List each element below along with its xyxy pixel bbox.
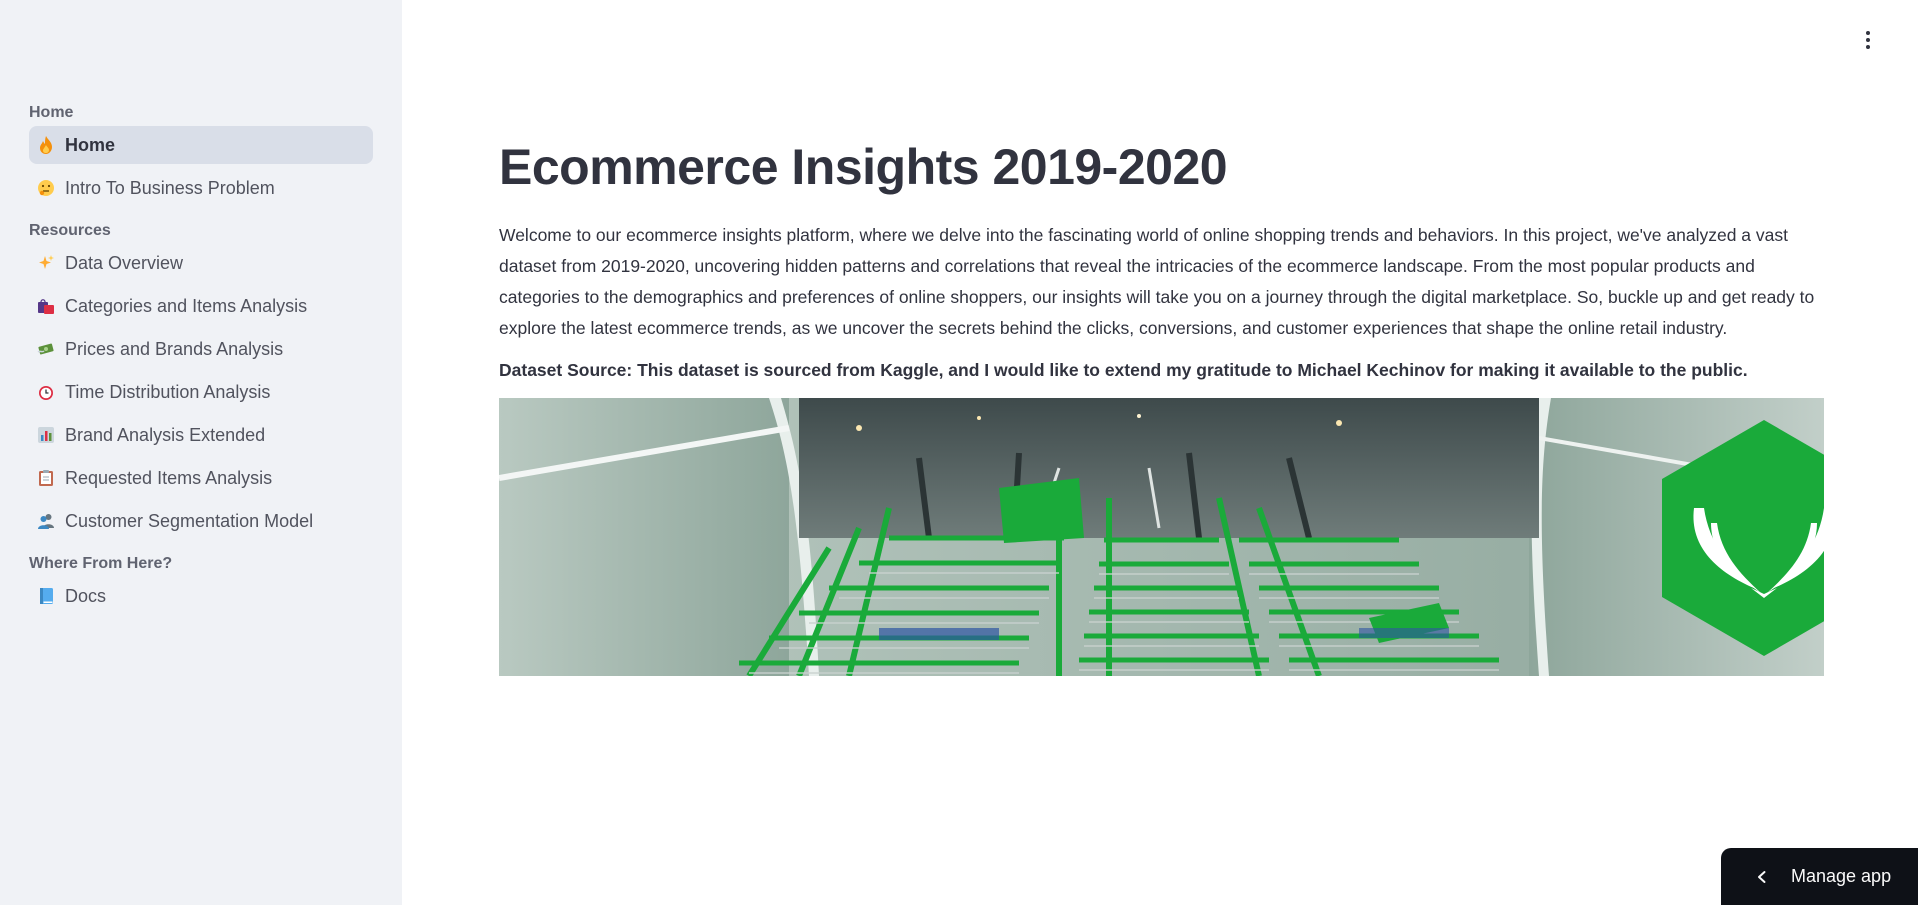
sidebar-item-time-distribution-analysis[interactable]: Time Distribution Analysis: [29, 373, 373, 411]
manage-app-label: Manage app: [1791, 866, 1892, 886]
shopping-bags-icon: [37, 297, 65, 315]
sidebar-item-label: Requested Items Analysis: [65, 467, 273, 488]
sidebar-item-label: Docs: [65, 585, 107, 606]
hero-image: [499, 398, 1824, 676]
sidebar-item-label: Time Distribution Analysis: [65, 381, 271, 402]
sparkles-icon: [37, 254, 65, 272]
chevron-left-icon: [1758, 870, 1766, 883]
sidebar-item-prices-and-brands-analysis[interactable]: Prices and Brands Analysis: [29, 330, 373, 368]
sidebar-section-label: Where From Here?: [29, 555, 173, 572]
sidebar-item-label: Categories and Items Analysis: [65, 295, 308, 316]
sidebar-item-categories-and-items-analysis[interactable]: Categories and Items Analysis: [29, 287, 373, 325]
sidebar-item-label: Customer Segmentation Model: [65, 510, 314, 531]
alarm-clock-icon: [37, 383, 65, 401]
more-vertical-icon[interactable]: [1856, 28, 1880, 52]
fire-icon: [37, 135, 65, 155]
sidebar-section-label: Resources: [29, 222, 111, 239]
sidebar-item-label: Data Overview: [65, 252, 184, 273]
sidebar-item-customer-segmentation-model[interactable]: Customer Segmentation Model: [29, 502, 373, 540]
sidebar-section-home: Home Home Intro To Business Problem: [0, 100, 402, 207]
sidebar-item-docs[interactable]: Docs: [29, 577, 373, 615]
main-content: Ecommerce Insights 2019-2020 Welcome to …: [402, 0, 1918, 905]
shopping-carts-illustration: [499, 398, 1824, 676]
sidebar-item-requested-items-analysis[interactable]: Requested Items Analysis: [29, 459, 373, 497]
dataset-source-text: Dataset Source: This dataset is sourced …: [499, 360, 1748, 380]
intro-paragraph: Welcome to our ecommerce insights platfo…: [499, 225, 1815, 338]
sidebar-item-label: Brand Analysis Extended: [65, 424, 266, 445]
thinking-face-icon: [37, 179, 65, 197]
manage-app-button[interactable]: Manage app: [1721, 848, 1918, 905]
sidebar-item-label: Intro To Business Problem: [65, 177, 275, 198]
sidebar-item-home[interactable]: Home: [29, 126, 373, 164]
sidebar-item-label: Home: [65, 134, 116, 155]
sidebar-section-label: Home: [29, 104, 74, 121]
sidebar-item-brand-analysis-extended[interactable]: Brand Analysis Extended: [29, 416, 373, 454]
sidebar: Home Home Intro To Business Problem Reso…: [0, 0, 402, 905]
content-block: Ecommerce Insights 2019-2020 Welcome to …: [499, 134, 1824, 676]
page-title: Ecommerce Insights 2019-2020: [499, 139, 1228, 195]
people-icon: [37, 512, 65, 530]
bar-chart-icon: [37, 426, 65, 444]
sidebar-item-intro-to-business-problem[interactable]: Intro To Business Problem: [29, 169, 373, 207]
money-wings-icon: [37, 340, 65, 358]
sidebar-section-where-from-here: Where From Here? Docs: [0, 551, 402, 615]
sidebar-item-label: Prices and Brands Analysis: [65, 338, 284, 359]
sidebar-item-data-overview[interactable]: Data Overview: [29, 244, 373, 282]
blue-book-icon: [37, 587, 65, 605]
clipboard-icon: [37, 469, 65, 487]
sidebar-section-resources: Resources Data Overview Categories and I…: [0, 218, 402, 540]
